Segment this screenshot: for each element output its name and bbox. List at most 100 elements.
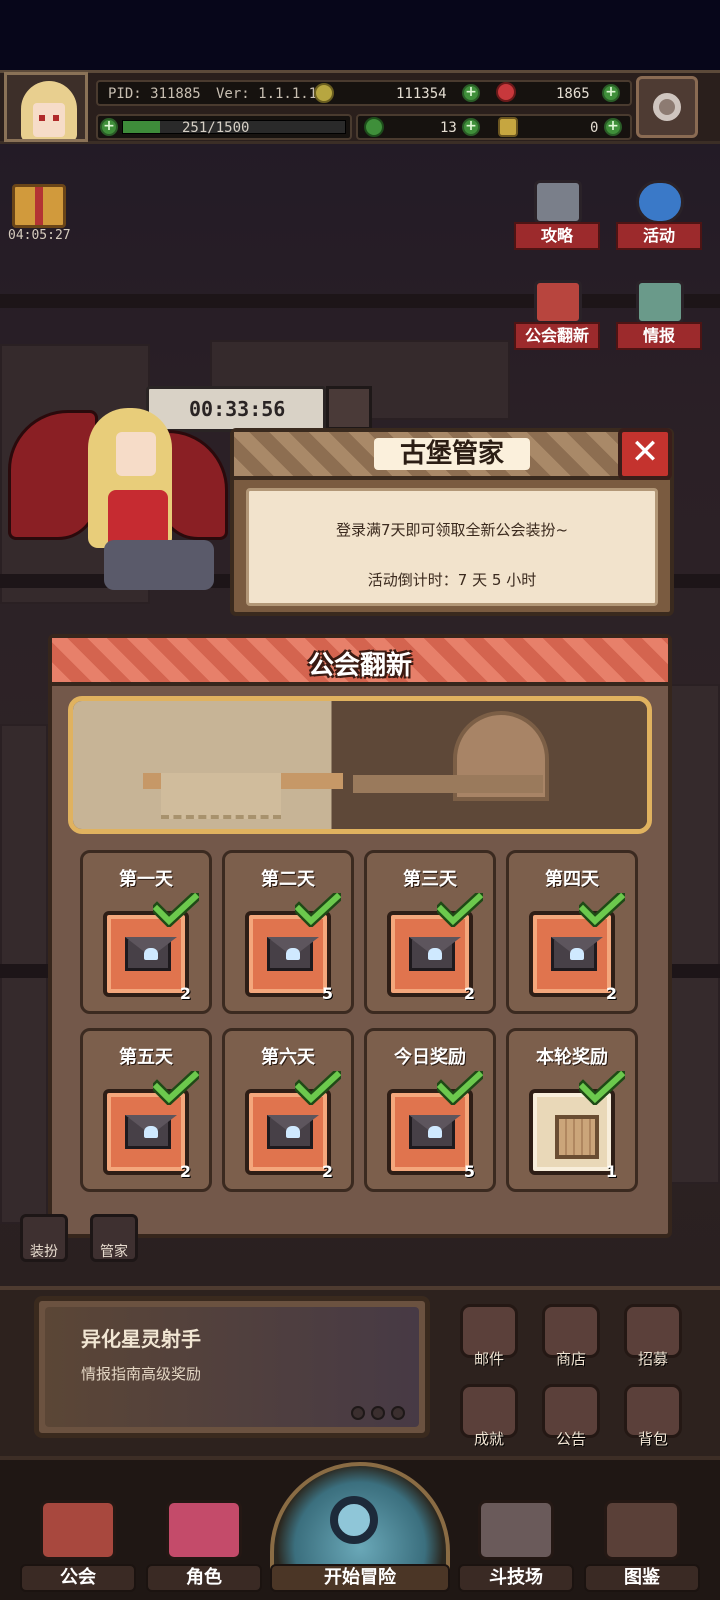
claimed-check-icon — [437, 893, 483, 927]
dialog-header: 古堡管家 — [234, 432, 670, 480]
claimed-check-icon — [153, 893, 199, 927]
backpack-button[interactable]: 背包 — [618, 1384, 688, 1456]
add-gem-icon[interactable]: + — [602, 84, 620, 102]
shop-button[interactable]: 商店 — [536, 1304, 606, 1376]
wall-shelf — [0, 294, 720, 308]
envelope-icon — [267, 937, 319, 971]
reward-day-card[interactable]: 第一天 2 — [80, 850, 212, 1014]
character-legs — [104, 540, 214, 590]
pager-dot[interactable] — [371, 1406, 385, 1420]
guild-icon — [40, 1500, 116, 1560]
reward-day-card[interactable]: 第五天 2 — [80, 1028, 212, 1192]
outfit-button[interactable]: 装扮 — [20, 1214, 68, 1262]
envelope-icon — [125, 1115, 177, 1149]
resource-row: 13 + 0 + — [356, 114, 632, 140]
reward-day-label: 本轮奖励 — [536, 1047, 608, 1068]
event-button[interactable]: 活动 — [616, 180, 702, 250]
preview-tablecloth — [161, 773, 281, 819]
reward-day-label: 第二天 — [261, 869, 315, 890]
nav-character[interactable]: 角色 — [146, 1470, 262, 1596]
promo-banner[interactable]: 异化星灵射手 情报指南高级奖励 — [34, 1296, 430, 1438]
claimed-check-icon — [437, 1071, 483, 1105]
book-icon — [604, 1500, 680, 1560]
reward-day-card[interactable]: 第四天 2 — [506, 850, 638, 1014]
reward-count: 2 — [179, 984, 191, 1003]
gift-timer: 04:05:27 — [8, 228, 71, 243]
heart-gem-icon — [144, 948, 158, 960]
ruby-gem-icon — [496, 82, 516, 102]
reward-count: 2 — [463, 984, 475, 1003]
envelope-icon — [125, 937, 177, 971]
shop-front-icon — [534, 280, 582, 324]
reward-count: 2 — [179, 1162, 191, 1181]
nav-character-label: 角色 — [146, 1564, 262, 1592]
add-item-icon[interactable]: + — [604, 118, 622, 136]
avatar-face — [33, 103, 65, 137]
claimed-check-icon — [295, 893, 341, 927]
crate-icon — [555, 1115, 599, 1159]
reward-day-card[interactable]: 第二天 5 — [222, 850, 354, 1014]
gift-box-icon[interactable] — [12, 184, 66, 228]
nav-codex-label: 图鉴 — [584, 1564, 700, 1592]
hammer-icon — [498, 117, 518, 137]
clover-amount: 13 — [440, 120, 457, 136]
add-gold-icon[interactable]: + — [462, 84, 480, 102]
butler-button[interactable]: 管家 — [90, 1214, 138, 1262]
intel-button[interactable]: 情报 — [616, 280, 702, 350]
reward-day-label: 第五天 — [119, 1047, 173, 1068]
reward-count: 1 — [605, 1162, 617, 1181]
exp-bar: + 251/1500 — [96, 114, 352, 140]
crossed-swords-icon — [478, 1500, 554, 1560]
wing-left — [8, 410, 98, 540]
nav-codex[interactable]: 图鉴 — [584, 1470, 700, 1596]
reward-count: 2 — [605, 984, 617, 1003]
close-button[interactable]: ✕ — [618, 428, 672, 480]
reward-day-card[interactable]: 今日奖励 5 — [364, 1028, 496, 1192]
envelope-icon — [409, 937, 461, 971]
reward-day-card[interactable]: 第六天 2 — [222, 1028, 354, 1192]
gold-amount: 111354 — [396, 86, 447, 102]
promo-subtitle: 情报指南高级奖励 — [81, 1365, 202, 1383]
character-icon — [166, 1500, 242, 1560]
heart-gem-icon — [144, 1126, 158, 1138]
heart-gem-icon — [428, 948, 442, 960]
character-face — [116, 432, 156, 476]
hourglass-icon — [326, 386, 372, 430]
guide-button[interactable]: 攻略 — [514, 180, 600, 250]
heart-gem-icon — [286, 1126, 300, 1138]
notice-button[interactable]: 公告 — [536, 1384, 606, 1456]
gem-amount: 1865 — [556, 86, 590, 102]
clover-icon — [364, 117, 384, 137]
renovation-button[interactable]: 公会翻新 — [514, 280, 600, 350]
claimed-check-icon — [153, 1071, 199, 1105]
recruit-button[interactable]: 招募 — [618, 1304, 688, 1376]
dialog-body: 登录满7天即可领取全新公会装扮~ 活动倒计时：7 天 5 小时 — [246, 488, 658, 606]
map-icon — [636, 280, 684, 324]
add-exp-icon[interactable]: + — [100, 118, 118, 136]
pager-dot[interactable] — [391, 1406, 405, 1420]
achievement-button[interactable]: 成就 — [454, 1384, 524, 1456]
reward-count: 5 — [463, 1162, 475, 1181]
nav-arena[interactable]: 斗技场 — [458, 1470, 574, 1596]
player-avatar[interactable] — [4, 72, 88, 142]
panel-title: 公会翻新 — [307, 651, 412, 681]
heart-gem-icon — [286, 948, 300, 960]
pager-dot[interactable] — [351, 1406, 365, 1420]
add-clover-icon[interactable]: + — [462, 118, 480, 136]
guide-label: 攻略 — [514, 222, 600, 250]
gift-ribbon — [35, 187, 43, 225]
dialog-title: 古堡管家 — [373, 438, 530, 470]
settings-button[interactable] — [636, 76, 698, 138]
reward-day-label: 第三天 — [403, 869, 457, 890]
reward-day-label: 第一天 — [119, 869, 173, 890]
nav-start-adventure[interactable]: 开始冒险 — [270, 1462, 450, 1596]
envelope-icon — [267, 1115, 319, 1149]
mail-button[interactable]: 邮件 — [454, 1304, 524, 1376]
reward-day-card[interactable]: 本轮奖励 1 — [506, 1028, 638, 1192]
renovation-panel: 公会翻新 第一天 2 第二天 5 第三天 2 第四天 2 第五天 2 第六天 2 今日奖励 5 本轮奖励 1 — [48, 634, 672, 1238]
balloons-icon — [636, 180, 684, 224]
nav-guild[interactable]: 公会 — [20, 1470, 136, 1596]
recruit-label: 招募 — [637, 1350, 668, 1368]
renovation-label: 公会翻新 — [514, 322, 600, 350]
reward-day-card[interactable]: 第三天 2 — [364, 850, 496, 1014]
